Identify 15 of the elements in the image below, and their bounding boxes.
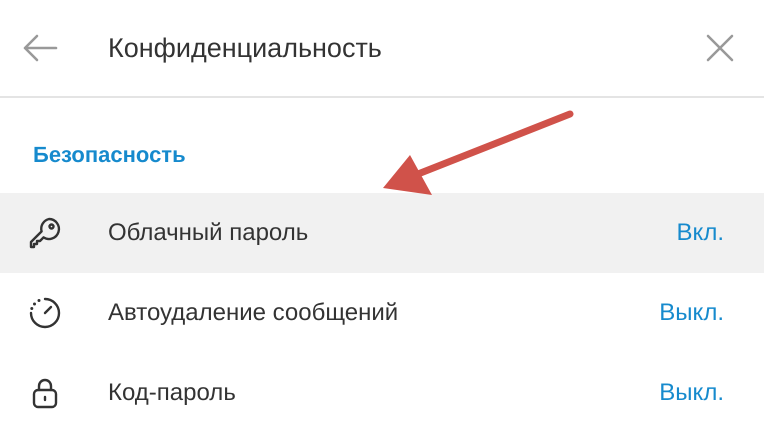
back-button[interactable] (22, 33, 58, 63)
row-label: Код-пароль (108, 379, 237, 407)
window-title: Конфиденциальность (108, 32, 383, 64)
settings-row[interactable]: Облачный пароль Вкл. (0, 193, 764, 273)
row-label: Облачный пароль (108, 219, 310, 247)
settings-row[interactable]: Код-пароль Выкл. (0, 353, 764, 432)
row-label: Автоудаление сообщений (108, 299, 400, 327)
row-value: Вкл. (676, 219, 724, 247)
timer-icon (28, 296, 62, 330)
row-value: Выкл. (659, 379, 724, 407)
section-title: Безопасность (33, 142, 186, 167)
close-button[interactable] (706, 34, 734, 62)
settings-row[interactable]: Автоудаление сообщений Выкл. (0, 273, 764, 353)
row-value: Выкл. (659, 299, 724, 327)
key-icon (28, 216, 62, 250)
